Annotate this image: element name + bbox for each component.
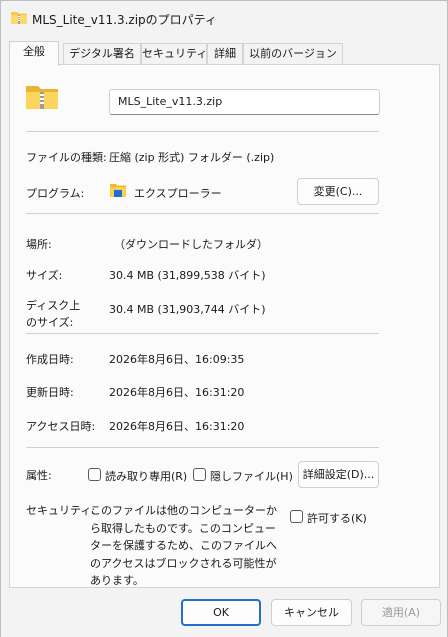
tab-security[interactable]: セキュリティ bbox=[141, 43, 207, 65]
filename-input[interactable]: MLS_Lite_v11.3.zip bbox=[109, 89, 380, 115]
tab-digital-signature[interactable]: デジタル署名 bbox=[63, 43, 141, 65]
window-title: MLS_Lite_v11.3.zipのプロパティ bbox=[32, 13, 217, 27]
file-explorer-icon bbox=[110, 184, 126, 197]
dialog-footer: OK キャンセル 適用(A) bbox=[1, 589, 447, 637]
hidden-label[interactable]: 隠しファイル(H) bbox=[210, 468, 293, 484]
security-label: セキュリティ: bbox=[26, 504, 96, 517]
modified-value: 2026年8月6日、16:31:20 bbox=[109, 386, 245, 399]
tab-general[interactable]: 全般 bbox=[9, 41, 59, 66]
unblock-checkbox[interactable] bbox=[290, 510, 303, 523]
accessed-value: 2026年8月6日、16:31:20 bbox=[109, 420, 245, 433]
advanced-attributes-button[interactable]: 詳細設定(D)... bbox=[298, 461, 379, 488]
file-type-value: 圧縮 (zip 形式) フォルダー (.zip) bbox=[109, 151, 275, 164]
tab-previous-versions[interactable]: 以前のバージョン bbox=[243, 43, 343, 65]
modified-label: 更新日時: bbox=[26, 386, 74, 399]
location-value: （ダウンロードしたフォルダ） bbox=[114, 238, 268, 251]
readonly-label[interactable]: 読み取り専用(R) bbox=[105, 468, 187, 484]
readonly-checkbox[interactable] bbox=[88, 468, 101, 481]
tab-details[interactable]: 詳細 bbox=[207, 43, 243, 65]
security-warning-text: このファイルは他のコンピューターから取得したものです。このコンピューターを保護す… bbox=[90, 504, 277, 587]
disk-size-label-line1: ディスク上 bbox=[26, 299, 81, 312]
ok-button[interactable]: OK bbox=[181, 599, 261, 626]
change-program-button[interactable]: 変更(C)... bbox=[297, 178, 379, 205]
zip-folder-icon bbox=[26, 86, 58, 109]
created-value: 2026年8月6日、16:09:35 bbox=[109, 353, 245, 366]
general-panel: MLS_Lite_v11.3.zip ファイルの種類: 圧縮 (zip 形式) … bbox=[9, 64, 440, 588]
attributes-label: 属性: bbox=[26, 469, 52, 482]
divider bbox=[26, 213, 379, 214]
created-label: 作成日時: bbox=[26, 353, 74, 366]
location-label: 場所: bbox=[26, 238, 52, 251]
cancel-button[interactable]: キャンセル bbox=[271, 599, 352, 626]
properties-dialog: MLS_Lite_v11.3.zipのプロパティ 全般 デジタル署名 セキュリテ… bbox=[0, 0, 448, 637]
unblock-label[interactable]: 許可する(K) bbox=[307, 510, 367, 526]
file-type-label: ファイルの種類: bbox=[26, 151, 107, 164]
divider bbox=[26, 333, 379, 334]
divider bbox=[26, 131, 379, 132]
tab-bar: 全般 デジタル署名 セキュリティ 詳細 以前のバージョン bbox=[9, 41, 441, 66]
disk-size-label-line2: のサイズ: bbox=[26, 316, 74, 329]
program-value: エクスプローラー bbox=[134, 187, 222, 200]
size-value: 30.4 MB (31,899,538 バイト) bbox=[109, 269, 266, 282]
accessed-label: アクセス日時: bbox=[26, 420, 96, 433]
title-bar[interactable]: MLS_Lite_v11.3.zipのプロパティ bbox=[1, 1, 447, 37]
size-label: サイズ: bbox=[26, 269, 63, 282]
divider bbox=[26, 447, 379, 448]
hidden-checkbox[interactable] bbox=[193, 468, 206, 481]
program-label: プログラム: bbox=[26, 187, 85, 200]
apply-button[interactable]: 適用(A) bbox=[361, 599, 441, 626]
zip-folder-icon bbox=[11, 12, 27, 24]
disk-size-value: 30.4 MB (31,903,744 バイト) bbox=[109, 303, 266, 316]
